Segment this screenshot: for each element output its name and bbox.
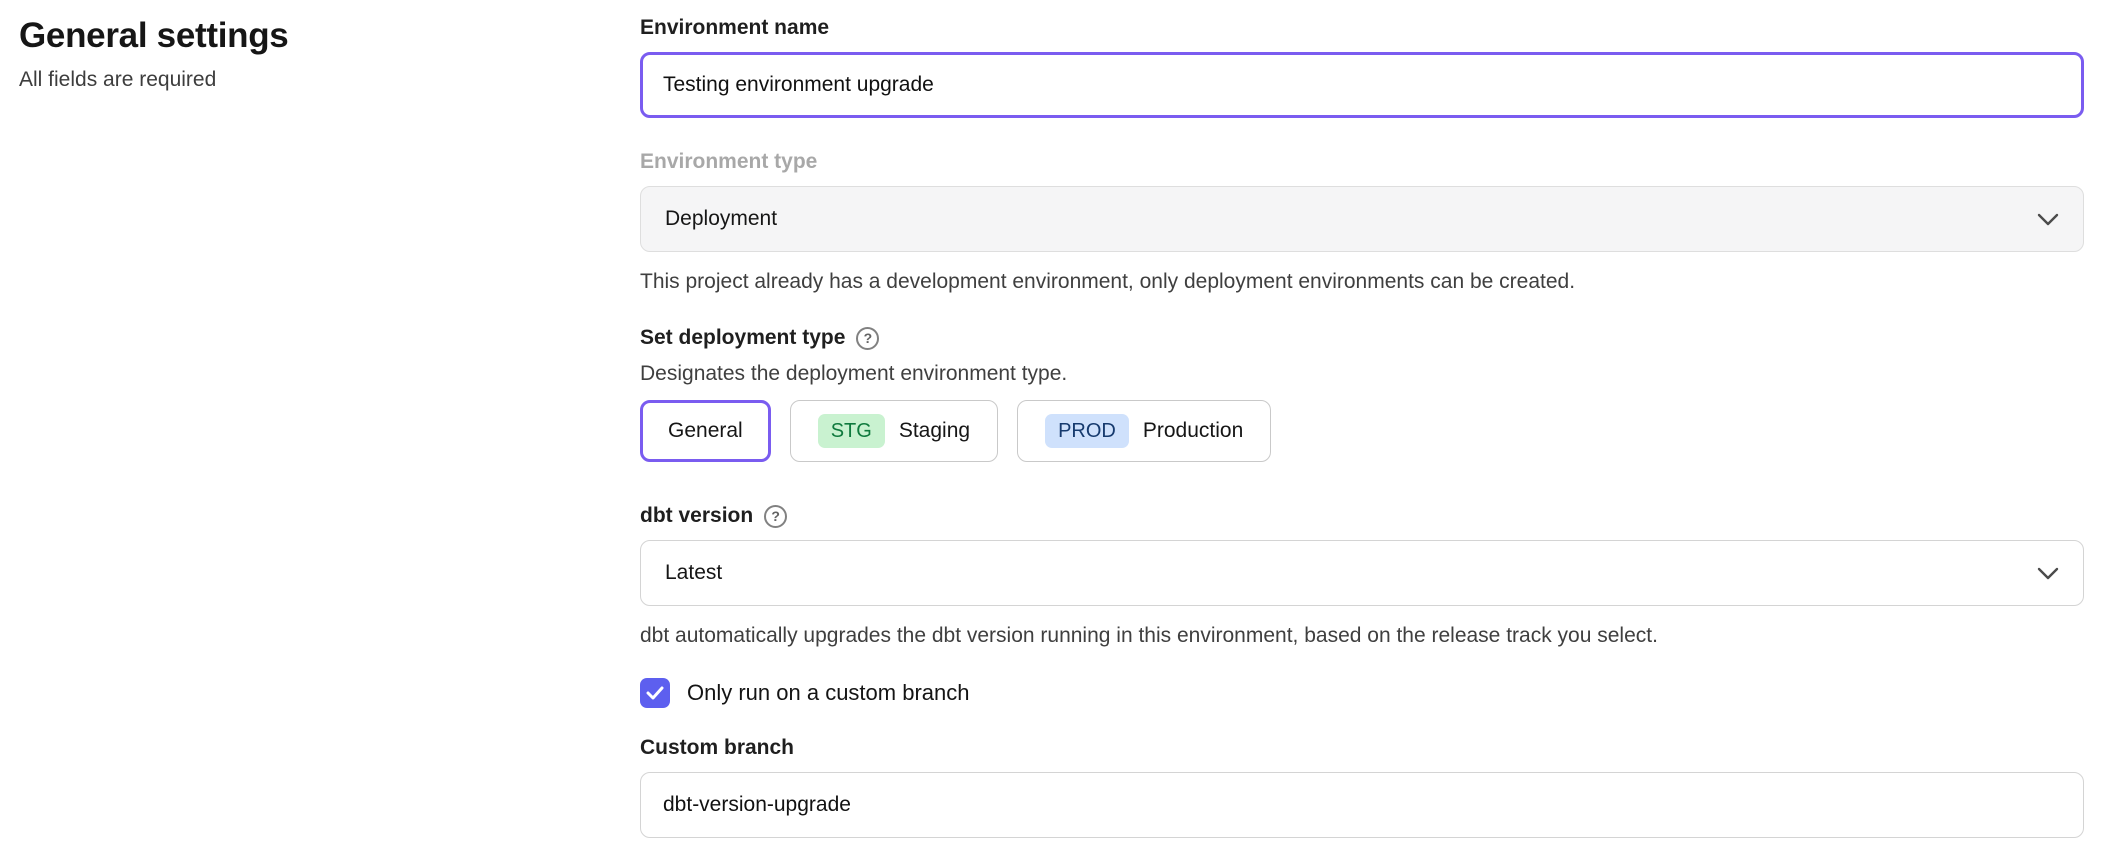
custom-branch-label: Custom branch: [640, 734, 2084, 762]
custom-branch-checkbox[interactable]: [640, 678, 670, 708]
custom-branch-toggle-row: Only run on a custom branch: [640, 678, 2084, 708]
environment-type-helper: This project already has a development e…: [640, 268, 2084, 296]
page-subtitle: All fields are required: [19, 68, 288, 92]
stg-badge: STG: [818, 414, 885, 448]
environment-type-label: Environment type: [640, 148, 2084, 176]
deployment-type-production-label: Production: [1143, 419, 1243, 443]
help-icon[interactable]: ?: [856, 327, 879, 350]
deployment-type-general-label: General: [668, 419, 743, 443]
environment-type-value: Deployment: [665, 207, 777, 231]
dbt-version-select[interactable]: Latest: [640, 540, 2084, 606]
dbt-version-label-row: dbt version ?: [640, 502, 2084, 530]
deployment-type-label: Set deployment type: [640, 324, 845, 352]
custom-branch-checkbox-label[interactable]: Only run on a custom branch: [687, 680, 969, 706]
settings-form: Environment name Environment type Deploy…: [640, 14, 2084, 838]
dbt-version-label: dbt version: [640, 502, 753, 530]
deployment-type-options: General STG Staging PROD Production: [640, 400, 2084, 462]
chevron-down-icon: [2037, 567, 2059, 580]
deployment-type-helper: Designates the deployment environment ty…: [640, 360, 2084, 388]
prod-badge: PROD: [1045, 414, 1129, 448]
deployment-type-general-button[interactable]: General: [640, 400, 771, 462]
deployment-type-staging-label: Staging: [899, 419, 970, 443]
deployment-type-production-button[interactable]: PROD Production: [1017, 400, 1271, 462]
page-title: General settings: [19, 16, 288, 56]
environment-type-select[interactable]: Deployment: [640, 186, 2084, 252]
chevron-down-icon: [2037, 213, 2059, 226]
page-header: General settings All fields are required: [19, 16, 288, 92]
dbt-version-helper: dbt automatically upgrades the dbt versi…: [640, 622, 2084, 650]
deployment-type-staging-button[interactable]: STG Staging: [790, 400, 998, 462]
deployment-type-label-row: Set deployment type ?: [640, 324, 2084, 352]
check-icon: [646, 686, 664, 700]
environment-name-input[interactable]: [640, 52, 2084, 118]
environment-name-label: Environment name: [640, 14, 2084, 42]
custom-branch-input[interactable]: [640, 772, 2084, 838]
help-icon[interactable]: ?: [764, 505, 787, 528]
dbt-version-value: Latest: [665, 561, 722, 585]
